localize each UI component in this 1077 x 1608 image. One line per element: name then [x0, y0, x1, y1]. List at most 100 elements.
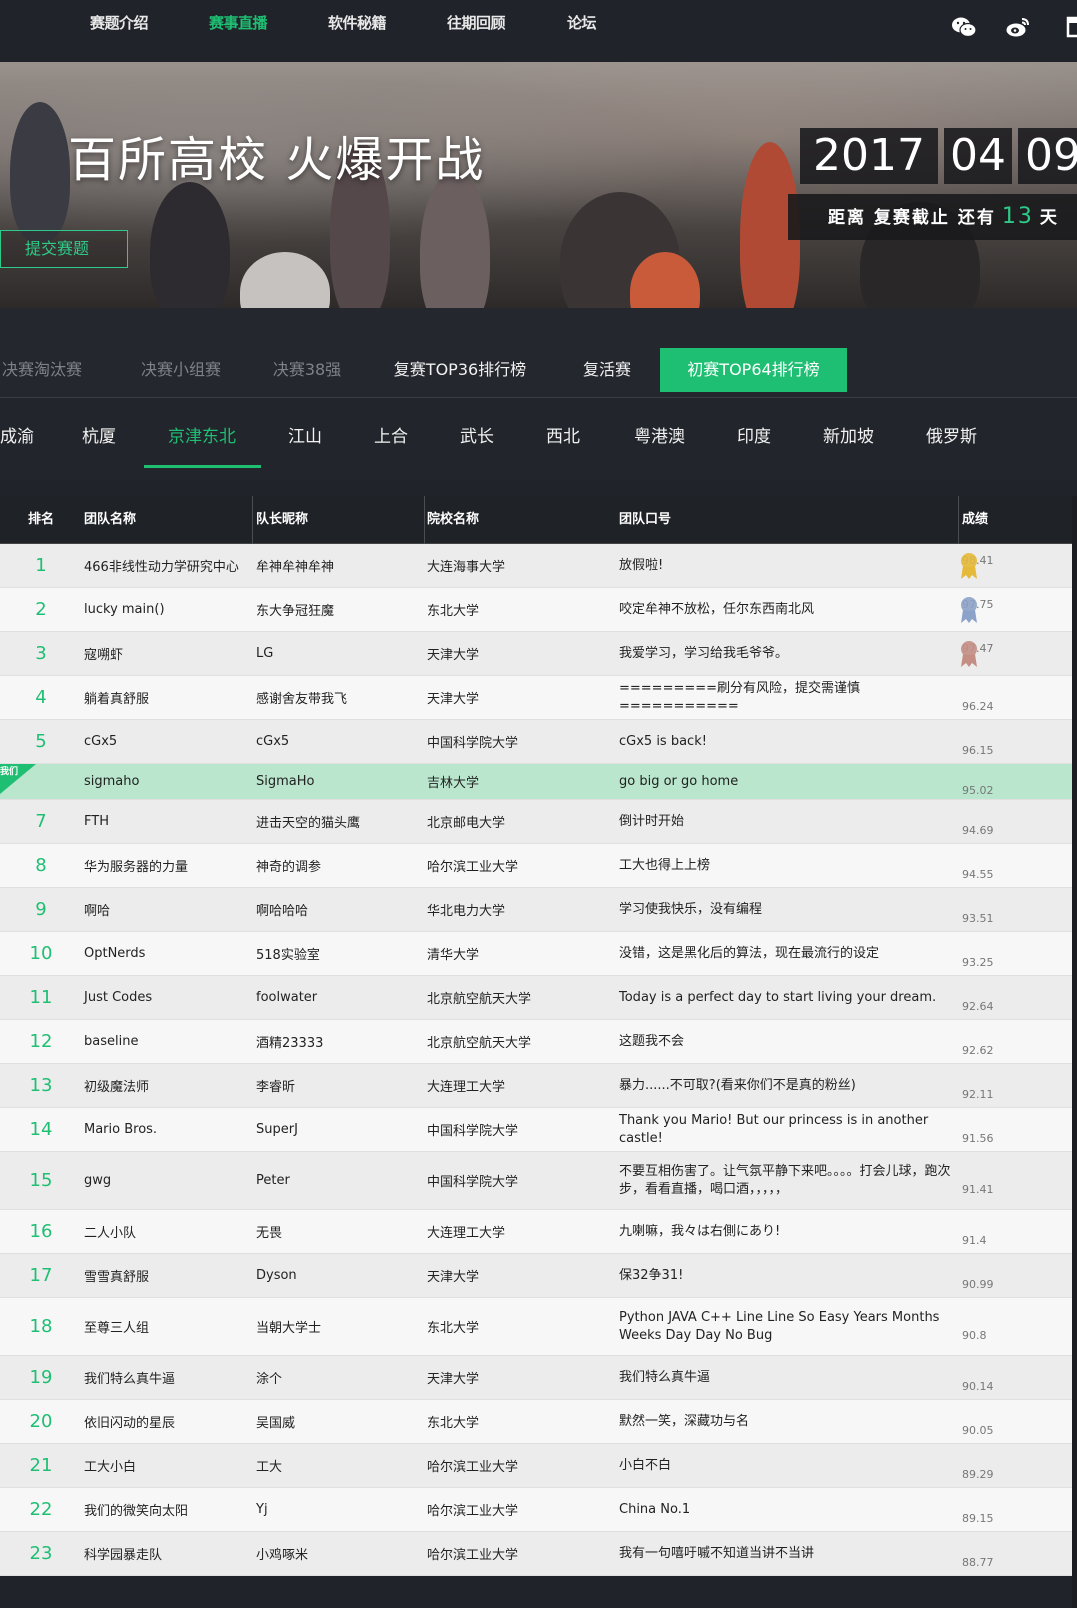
table-row[interactable]: 7 FTH 进击天空的猫头鹰 北京邮电大学 倒计时开始 94.69: [0, 800, 1072, 844]
date-day: 09: [1018, 128, 1077, 184]
slogan-cell: 咬定牟神不放松，任尔东西南北风: [619, 601, 815, 617]
header-slogan: 团队口号: [619, 512, 672, 527]
rank-cell: 15: [29, 1170, 53, 1191]
tab-final-group[interactable]: 决赛小组赛: [126, 348, 236, 392]
school-cell: 东北大学: [427, 1416, 480, 1431]
rank-cell: 9: [35, 899, 47, 920]
weibo-icon[interactable]: [1005, 14, 1031, 40]
table-row[interactable]: 22 我们的微笑向太阳 Yj 哈尔滨工业大学 China No.1 89.15: [0, 1488, 1072, 1532]
score-cell: 88.77: [962, 1556, 994, 1569]
wechat-icon[interactable]: [951, 14, 977, 40]
region-xibei[interactable]: 西北: [546, 422, 580, 447]
captain-cell: 东大争冠狂魔: [256, 604, 335, 619]
table-row[interactable]: 9 啊哈 啊哈哈哈 华北电力大学 学习使我快乐，没有编程 93.51: [0, 888, 1072, 932]
countdown: 距离 复赛截止 还有 13 天: [788, 194, 1077, 240]
score-cell: 91.41: [962, 1183, 994, 1196]
team-name-cell: 我们的微笑向太阳: [84, 1504, 189, 1519]
tab-final-38[interactable]: 决赛38强: [262, 348, 352, 392]
hero-banner: 百所高校 火爆开战 提交赛题 2017 04 09 距离 复赛截止 还有 13 天: [0, 62, 1077, 308]
region-yuegangao[interactable]: 粤港澳: [634, 422, 685, 447]
table-row[interactable]: 20 依旧闪动的星辰 吴国威 东北大学 默然一笑，深藏功与名 90.05: [0, 1400, 1072, 1444]
captain-cell: 啊哈哈哈: [256, 904, 309, 919]
table-row[interactable]: 3 寇嗍虾 LG 天津大学 我爱学习，学习给我毛爷爷。 97.47: [0, 632, 1072, 676]
school-cell: 大连理工大学: [427, 1080, 506, 1095]
leaderboard-table: 排名 团队名称 队长昵称 院校名称 团队口号 成绩 1 466非线性动力学研究中心…: [0, 496, 1072, 1576]
nav-item-history[interactable]: 往期回顾: [447, 12, 506, 33]
region-shanghe[interactable]: 上合: [374, 422, 408, 447]
rank-cell: 5: [35, 731, 47, 752]
table-row[interactable]: 23 科学园暴走队 小鸡啄米 哈尔滨工业大学 我有一句嘻吁嘁不知道当讲不当讲 88.77: [0, 1532, 1072, 1576]
school-cell: 吉林大学: [427, 776, 480, 791]
top-nav: 赛题介绍 赛事直播 软件秘籍 往期回顾 论坛: [0, 0, 1077, 62]
team-name-cell: gwg: [84, 1173, 112, 1188]
team-name-cell: 华为服务器的力量: [84, 860, 189, 875]
header-divider: [424, 496, 425, 544]
score-cell: 96.24: [962, 700, 994, 713]
table-row[interactable]: 19 我们特么真牛逼 涂个 天津大学 我们特么真牛逼 90.14: [0, 1356, 1072, 1400]
region-hangxia[interactable]: 杭厦: [82, 422, 116, 447]
table-row[interactable]: 17 雪雪真舒服 Dyson 天津大学 保32争31! 90.99: [0, 1254, 1072, 1298]
submit-button[interactable]: 提交赛题: [0, 230, 128, 268]
table-row[interactable]: 13 初级魔法师 李睿昕 大连理工大学 暴力......不可取?(看来你们不是真的粉丝)…: [0, 1064, 1072, 1108]
school-cell: 清华大学: [427, 948, 480, 963]
tab-revival[interactable]: 复活赛: [570, 348, 644, 392]
scrollbar-track[interactable]: [1072, 496, 1077, 1608]
captain-cell: cGx5: [256, 734, 290, 749]
slogan-cell: 这题我不会: [619, 1033, 685, 1049]
table-row[interactable]: 18 至尊三人组 当朝大学士 东北大学 Python JAVA C++ Line Lin…: [0, 1298, 1072, 1356]
table-row[interactable]: 12 baseline 酒精23333 北京航空航天大学 这题我不会 92.62: [0, 1020, 1072, 1064]
nav-item-software[interactable]: 软件秘籍: [328, 12, 387, 33]
captain-cell: SuperJ: [256, 1122, 298, 1137]
score-cell: 93.25: [962, 956, 994, 969]
table-row[interactable]: 8 华为服务器的力量 神奇的调参 哈尔滨工业大学 工大也得上上榜 94.55: [0, 844, 1072, 888]
header-school: 院校名称: [427, 512, 480, 527]
countdown-prefix: 距离 复赛截止 还有: [828, 208, 996, 228]
school-cell: 北京邮电大学: [427, 816, 506, 831]
tab-final-knockout[interactable]: 决赛淘汰赛: [0, 348, 84, 392]
score-cell: 92.64: [962, 1000, 994, 1013]
captain-cell: foolwater: [256, 990, 318, 1005]
table-row[interactable]: 10 OptNerds 518实验室 清华大学 没错，这是黑化后的算法，现在最流行的设定…: [0, 932, 1072, 976]
table-row[interactable]: 14 Mario Bros. SuperJ 中国科学院大学 Thank you Mari…: [0, 1108, 1072, 1152]
region-jingjin-dongbei[interactable]: 京津东北: [168, 422, 236, 447]
nav-item-intro[interactable]: 赛题介绍: [90, 12, 149, 33]
countdown-days: 13: [1001, 204, 1034, 229]
date-month: 04: [944, 128, 1012, 184]
team-name-cell: Mario Bros.: [84, 1122, 158, 1137]
region-russia[interactable]: 俄罗斯: [926, 422, 977, 447]
header-rank: 排名: [28, 512, 55, 527]
table-row[interactable]: 16 二人小队 无畏 大连理工大学 九喇嘛，我々は右側にあり! 91.4: [0, 1210, 1072, 1254]
team-name-cell: 二人小队: [84, 1226, 137, 1241]
tab-preliminary-top64[interactable]: 初赛TOP64排行榜: [660, 348, 847, 392]
calendar-icon[interactable]: [1066, 14, 1077, 40]
slogan-cell: 倒计时开始: [619, 813, 685, 829]
captain-cell: 518实验室: [256, 948, 320, 963]
table-row-own-team[interactable]: sigmaho SigmaHo 吉林大学 go big or go home 95.02…: [0, 764, 1072, 800]
nav-item-forum[interactable]: 论坛: [567, 12, 597, 33]
score-cell: 90.14: [962, 1380, 994, 1393]
rank-cell: 4: [35, 687, 47, 708]
team-name-cell: OptNerds: [84, 946, 146, 961]
slogan-cell: go big or go home: [619, 773, 739, 789]
rank-cell: 8: [35, 855, 47, 876]
table-row[interactable]: 15 gwg Peter 中国科学院大学 不要互相伤害了。让气氛平静下来吧。。。。打会儿…: [0, 1152, 1072, 1210]
table-row[interactable]: 11 Just Codes foolwater 北京航空航天大学 Today is a …: [0, 976, 1072, 1020]
region-chengyu[interactable]: 成渝: [0, 422, 34, 447]
region-jiangshan[interactable]: 江山: [288, 422, 322, 447]
team-name-cell: Just Codes: [84, 990, 153, 1005]
table-row[interactable]: 2 lucky main() 东大争冠狂魔 东北大学 咬定牟神不放松，任尔东西南北风 97…: [0, 588, 1072, 632]
own-team-tag-label: 我们: [0, 767, 19, 777]
nav-item-live[interactable]: 赛事直播: [209, 12, 268, 33]
table-row[interactable]: 4 躺着真舒服 感谢舍友带我飞 天津大学 =========刷分有风险，提交需谨慎===…: [0, 676, 1072, 720]
team-name-cell: 寇嗍虾: [84, 648, 124, 663]
region-singapore[interactable]: 新加坡: [823, 422, 874, 447]
tab-semifinal-top36[interactable]: 复赛TOP36排行榜: [385, 348, 535, 392]
table-row[interactable]: 1 466非线性动力学研究中心 牟神牟神牟神 大连海事大学 放假啦! 98.41: [0, 544, 1072, 588]
score-cell: 89.29: [962, 1468, 994, 1481]
table-row[interactable]: 5 cGx5 cGx5 中国科学院大学 cGx5 is back! 96.15: [0, 720, 1072, 764]
region-wuchang[interactable]: 武长: [460, 422, 494, 447]
region-india[interactable]: 印度: [737, 422, 771, 447]
table-row[interactable]: 21 工大小白 工大 哈尔滨工业大学 小白不白 89.29: [0, 1444, 1072, 1488]
rank-cell: 17: [29, 1265, 53, 1286]
school-cell: 哈尔滨工业大学: [427, 1548, 519, 1563]
